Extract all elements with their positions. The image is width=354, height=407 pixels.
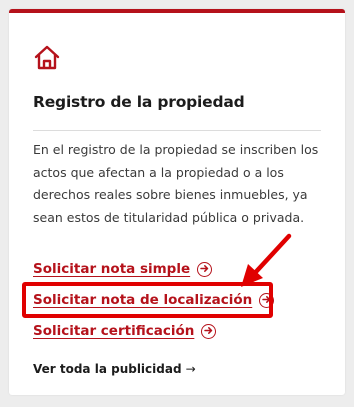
request-location-note-link[interactable]: Solicitar nota de localización bbox=[33, 292, 275, 308]
request-certification-link[interactable]: Solicitar certificación bbox=[33, 323, 217, 339]
registry-card: Registro de la propiedad En el registro … bbox=[9, 9, 345, 395]
request-simple-note-link[interactable]: Solicitar nota simple bbox=[33, 261, 213, 277]
see-all-publicity-link[interactable]: Ver toda la publicidad → bbox=[33, 362, 196, 376]
arrow-circle-icon bbox=[197, 261, 213, 277]
pointer-arrow-icon bbox=[241, 233, 292, 287]
link-label: Solicitar certificación bbox=[33, 323, 195, 339]
card-title: Registro de la propiedad bbox=[33, 93, 245, 111]
divider bbox=[33, 130, 321, 131]
card-description: En el registro de la propiedad se inscri… bbox=[33, 142, 319, 226]
arrow-right-icon: → bbox=[185, 362, 196, 376]
see-all-label: Ver toda la publicidad bbox=[33, 362, 182, 376]
home-icon bbox=[34, 45, 60, 70]
arrow-circle-icon bbox=[201, 323, 217, 339]
link-label: Solicitar nota de localización bbox=[33, 292, 253, 308]
arrow-circle-icon bbox=[259, 292, 275, 308]
link-label: Solicitar nota simple bbox=[33, 261, 191, 277]
